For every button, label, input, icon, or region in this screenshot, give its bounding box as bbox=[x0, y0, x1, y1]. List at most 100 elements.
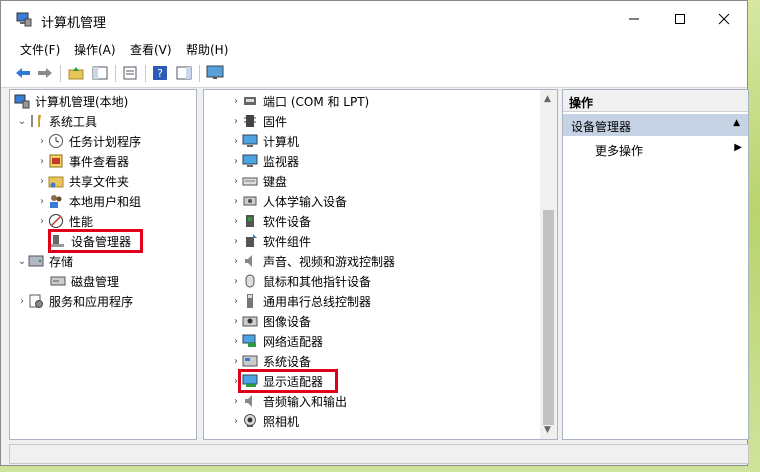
computer-management-window: 计算机管理 文件(F) 操作(A) 查看(V) 帮助(H) ? 计算机管理(本地… bbox=[0, 0, 749, 466]
chevron-right-icon[interactable]: › bbox=[36, 215, 48, 227]
up-folder-icon[interactable] bbox=[66, 64, 86, 82]
menu-file[interactable]: 文件(F) bbox=[20, 41, 60, 58]
tree-item-task-scheduler[interactable]: › 任务计划程序 bbox=[36, 131, 141, 151]
device-category[interactable]: › 通用串行总线控制器 bbox=[230, 291, 371, 311]
more-actions[interactable]: 更多操作 bbox=[595, 142, 643, 159]
sound-icon bbox=[242, 253, 258, 269]
usb-icon bbox=[242, 293, 258, 309]
scroll-down-arrow[interactable]: ▼ bbox=[544, 425, 551, 435]
chevron-right-icon[interactable]: › bbox=[230, 115, 242, 127]
device-category-label: 监视器 bbox=[263, 154, 300, 169]
chevron-right-icon[interactable]: › bbox=[230, 155, 242, 167]
device-category[interactable]: › 图像设备 bbox=[230, 311, 311, 331]
device-category-label: 照相机 bbox=[263, 414, 300, 429]
device-category[interactable]: › 端口 (COM 和 LPT) bbox=[230, 91, 369, 111]
chevron-right-icon[interactable]: › bbox=[230, 275, 242, 287]
chevron-right-icon[interactable]: › bbox=[230, 135, 242, 147]
device-category[interactable]: › 固件 bbox=[230, 111, 287, 131]
window-title: 计算机管理 bbox=[41, 16, 107, 31]
collapse-up-icon[interactable]: ▲ bbox=[733, 118, 740, 128]
imaging-icon bbox=[242, 313, 258, 329]
back-arrow-icon[interactable] bbox=[13, 64, 33, 82]
properties-icon[interactable] bbox=[120, 64, 140, 82]
action-pane-icon[interactable] bbox=[174, 64, 194, 82]
chevron-right-icon[interactable]: › bbox=[230, 295, 242, 307]
tree-item-shared-folders[interactable]: › 共享文件夹 bbox=[36, 171, 129, 191]
device-category[interactable]: › 网络适配器 bbox=[230, 331, 323, 351]
tree-item-services[interactable]: › 服务和应用程序 bbox=[16, 291, 133, 311]
tree-item-disk-management[interactable]: 磁盘管理 bbox=[50, 271, 119, 291]
firmware-icon bbox=[242, 113, 258, 129]
show-hide-tree-icon[interactable] bbox=[90, 64, 110, 82]
device-category[interactable]: › 声音、视频和游戏控制器 bbox=[230, 251, 395, 271]
device-category[interactable]: › 系统设备 bbox=[230, 351, 311, 371]
tree-label: 共享文件夹 bbox=[69, 174, 130, 189]
scroll-up-arrow[interactable]: ▲ bbox=[544, 94, 551, 104]
chevron-right-icon[interactable]: › bbox=[230, 335, 242, 347]
device-category-label: 固件 bbox=[263, 114, 288, 129]
help-icon[interactable]: ? bbox=[150, 64, 170, 82]
chevron-right-icon[interactable]: › bbox=[36, 135, 48, 147]
chevron-down-icon[interactable]: ⌄ bbox=[16, 115, 28, 127]
submenu-arrow-icon[interactable]: ▶ bbox=[734, 142, 742, 153]
computer-management-icon bbox=[16, 12, 32, 27]
chevron-right-icon[interactable]: › bbox=[230, 215, 242, 227]
device-category[interactable]: › 软件设备 bbox=[230, 211, 311, 231]
tree-item-system-tools[interactable]: ⌄ 系统工具 bbox=[16, 111, 97, 131]
actions-pane: 操作 设备管理器 ▲ 更多操作 ▶ bbox=[562, 89, 749, 440]
device-category[interactable]: › 监视器 bbox=[230, 151, 299, 171]
network-adapter-icon bbox=[242, 333, 258, 349]
tree-item-storage[interactable]: ⌄ 存储 bbox=[16, 251, 73, 271]
keyboard-icon bbox=[242, 173, 258, 189]
device-category[interactable]: › 人体学输入设备 bbox=[230, 191, 347, 211]
device-category[interactable]: › 计算机 bbox=[230, 131, 299, 151]
chevron-right-icon[interactable]: › bbox=[36, 175, 48, 187]
device-category-label: 通用串行总线控制器 bbox=[263, 294, 372, 309]
monitor-icon bbox=[242, 153, 258, 169]
scroll-thumb[interactable] bbox=[543, 210, 554, 425]
tree-item-event-viewer[interactable]: › 事件查看器 bbox=[36, 151, 129, 171]
chevron-right-icon[interactable]: › bbox=[36, 155, 48, 167]
chevron-right-icon[interactable]: › bbox=[230, 95, 242, 107]
chevron-right-icon[interactable]: › bbox=[230, 415, 242, 427]
event-viewer-icon bbox=[48, 153, 64, 169]
monitor-icon[interactable] bbox=[205, 64, 225, 82]
title-bar[interactable]: 计算机管理 bbox=[1, 1, 747, 37]
chevron-right-icon[interactable]: › bbox=[230, 355, 242, 367]
menu-view[interactable]: 查看(V) bbox=[130, 41, 172, 58]
menu-help[interactable]: 帮助(H) bbox=[186, 41, 228, 58]
chevron-right-icon[interactable]: › bbox=[230, 235, 242, 247]
chevron-down-icon[interactable]: ⌄ bbox=[16, 255, 28, 267]
chevron-right-icon[interactable]: › bbox=[230, 395, 242, 407]
mouse-icon bbox=[242, 273, 258, 289]
actions-device-manager[interactable]: 设备管理器 ▲ bbox=[563, 114, 748, 136]
device-category[interactable]: › 照相机 bbox=[230, 411, 299, 431]
tree-item-local-users[interactable]: › 本地用户和组 bbox=[36, 191, 141, 211]
chevron-right-icon[interactable]: › bbox=[230, 315, 242, 327]
chevron-right-icon[interactable]: › bbox=[16, 295, 28, 307]
highlight-display-adapter bbox=[238, 369, 338, 393]
performance-icon bbox=[48, 213, 64, 229]
tree-label: 存储 bbox=[49, 254, 74, 269]
chevron-right-icon[interactable]: › bbox=[230, 175, 242, 187]
minimize-button[interactable] bbox=[611, 1, 657, 37]
port-icon bbox=[242, 93, 258, 109]
chevron-right-icon[interactable]: › bbox=[230, 195, 242, 207]
device-category[interactable]: › 键盘 bbox=[230, 171, 287, 191]
tree-label: 性能 bbox=[69, 214, 94, 229]
tree-label: 本地用户和组 bbox=[69, 194, 142, 209]
maximize-button[interactable] bbox=[657, 1, 703, 37]
chevron-right-icon[interactable]: › bbox=[36, 195, 48, 207]
chevron-right-icon[interactable]: › bbox=[230, 255, 242, 267]
clock-icon bbox=[48, 133, 64, 149]
computer-icon bbox=[242, 133, 258, 149]
menu-action[interactable]: 操作(A) bbox=[74, 41, 116, 58]
tree-item-root[interactable]: 计算机管理(本地) bbox=[14, 91, 128, 111]
close-button[interactable] bbox=[701, 1, 747, 37]
device-category[interactable]: › 鼠标和其他指针设备 bbox=[230, 271, 371, 291]
vertical-scrollbar[interactable]: ▲ ▼ bbox=[540, 90, 557, 439]
device-category[interactable]: › 软件组件 bbox=[230, 231, 311, 251]
tree-item-performance[interactable]: › 性能 bbox=[36, 211, 93, 231]
device-category[interactable]: › 音频输入和输出 bbox=[230, 391, 347, 411]
forward-arrow-icon[interactable] bbox=[35, 64, 55, 82]
